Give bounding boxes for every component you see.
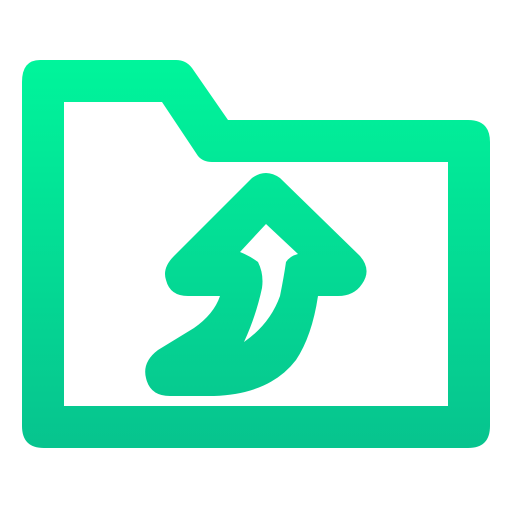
arrow-up-icon — [145, 173, 367, 396]
folder-outline — [22, 60, 490, 448]
icon-canvas — [0, 0, 512, 512]
folder-upload-icon — [22, 60, 490, 448]
